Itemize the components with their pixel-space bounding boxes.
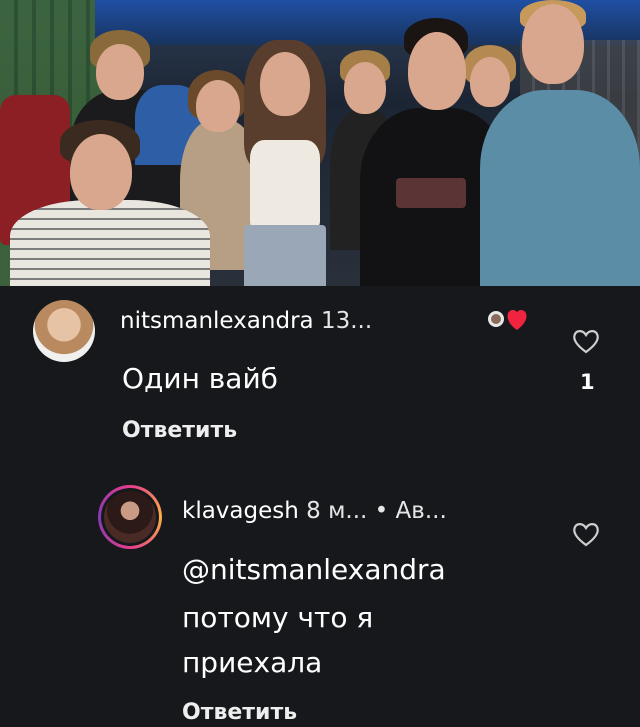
- reply-timestamp: 8 м... • Ав...: [306, 498, 447, 524]
- person-figure: [230, 40, 340, 286]
- reply-text-line: потому что я: [182, 601, 374, 634]
- person-figure: [480, 0, 640, 286]
- reply-button[interactable]: Ответить: [182, 700, 297, 725]
- comment-timestamp: 13...: [320, 308, 373, 334]
- creator-heart-icon: [488, 310, 527, 330]
- reply-mention[interactable]: @nitsmanlexandra: [182, 549, 446, 591]
- reply-button[interactable]: Ответить: [122, 418, 237, 443]
- comment-header: nitsmanlexandra 13...: [120, 308, 372, 334]
- avatar-ring-gap: [101, 488, 159, 546]
- comment-text: Один вайб: [122, 362, 278, 395]
- like-count: 1: [580, 370, 595, 394]
- person-figure: [0, 120, 220, 286]
- avatar-photo: [104, 491, 156, 543]
- comment-username[interactable]: nitsmanlexandra: [120, 308, 314, 334]
- video-player[interactable]: [0, 0, 640, 286]
- comment-avatar[interactable]: [33, 300, 95, 362]
- reply-header: klavagesh 8 м... • Ав...: [182, 498, 447, 524]
- reply-avatar[interactable]: [98, 485, 162, 549]
- reply-text-line: приехала: [182, 646, 323, 679]
- reply-username[interactable]: klavagesh: [182, 498, 299, 524]
- heart-outline-icon[interactable]: [571, 327, 601, 355]
- heart-outline-icon[interactable]: [571, 520, 601, 548]
